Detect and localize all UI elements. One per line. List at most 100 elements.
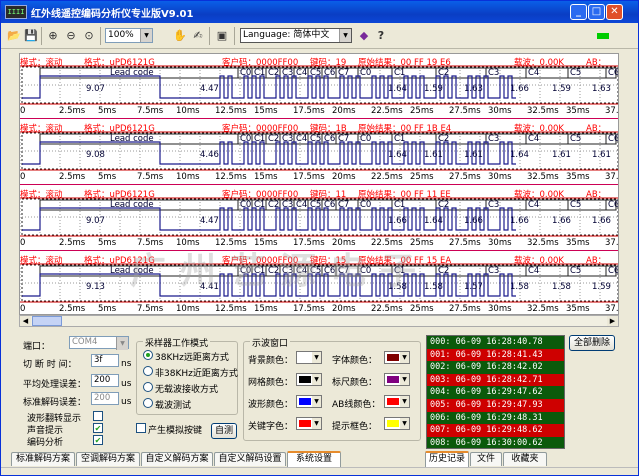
- pulse-value: 4.47: [200, 216, 219, 226]
- grid-color-picker[interactable]: ▼: [296, 373, 322, 386]
- std-error-label: 标准解码误差：: [23, 398, 87, 408]
- ruler-tick: 15ms: [254, 172, 278, 182]
- analyze-label: 编码分析: [27, 438, 64, 448]
- history-item[interactable]: 000: 06-09 16:28:40.78: [427, 336, 564, 349]
- zoom-fit-icon[interactable]: ⊙: [82, 29, 96, 43]
- port-label: 端口：: [23, 342, 51, 352]
- minimize-button[interactable]: _: [570, 4, 587, 20]
- scroll-thumb[interactable]: [32, 316, 62, 326]
- flip-checkbox[interactable]: [93, 411, 103, 421]
- ruler-tick: 20ms: [332, 304, 356, 314]
- tab-system-settings[interactable]: 系统设置: [287, 451, 341, 467]
- tab-custom[interactable]: 自定义解码方案: [141, 452, 213, 466]
- history-item[interactable]: 008: 06-09 16:30:00.62: [427, 436, 564, 448]
- pulse-value: 9.08: [86, 150, 105, 160]
- ruler-tick: 17.5ms: [293, 304, 325, 314]
- ruler-tick: 10ms: [176, 172, 200, 182]
- history-item[interactable]: 001: 06-09 16:28:41.43: [427, 349, 564, 362]
- tab-favorites[interactable]: 收藏夹: [503, 452, 547, 466]
- ruler-tick: 2.5ms: [59, 106, 86, 116]
- cell-label: C1: [394, 134, 406, 144]
- cut-unit: ns: [121, 359, 132, 369]
- simulate-key-checkbox[interactable]: [136, 423, 146, 433]
- zoom-in-icon[interactable]: ⊕: [46, 29, 60, 43]
- ruler-tick: 22.5ms: [371, 106, 403, 116]
- tab-aircon[interactable]: 空调解码方案: [76, 452, 140, 466]
- window-icon[interactable]: ▣: [215, 29, 229, 43]
- wave-color-picker[interactable]: ▼: [296, 395, 322, 408]
- bg-color-picker[interactable]: ▼: [296, 351, 322, 364]
- sound-checkbox[interactable]: ✔: [93, 423, 103, 433]
- pulse-value: 1.64: [388, 150, 407, 160]
- cell-label: C0: [240, 134, 252, 144]
- ruler-tick: 30ms: [488, 172, 512, 182]
- ruler-tick: 22.5ms: [371, 304, 403, 314]
- radio-no-carrier[interactable]: [143, 382, 153, 392]
- clear-all-button[interactable]: 全部删除: [569, 335, 615, 351]
- ruler-tick: 37.: [605, 238, 619, 248]
- font-color-picker[interactable]: ▼: [384, 351, 410, 364]
- self-test-button[interactable]: 自测: [211, 423, 237, 439]
- pulse-value: 1.64: [424, 216, 443, 226]
- tab-standard[interactable]: 标准解码方案: [11, 452, 75, 466]
- cell-label: C5: [310, 200, 322, 210]
- history-item[interactable]: 004: 06-09 16:29:47.62: [427, 386, 564, 399]
- diamond-icon[interactable]: ◆: [357, 29, 371, 43]
- std-error-input[interactable]: 200: [91, 392, 119, 405]
- key-swatch: [299, 420, 311, 427]
- ruler-tick: 5ms: [98, 172, 117, 182]
- custom-code-label: 客户码：0000FF00: [222, 58, 299, 68]
- help-icon[interactable]: ?: [374, 29, 388, 43]
- close-button[interactable]: ✕: [606, 4, 623, 20]
- tab-custom-settings[interactable]: 自定义解码设置: [214, 452, 286, 466]
- history-item[interactable]: 002: 06-09 16:28:42.02: [427, 361, 564, 374]
- history-item[interactable]: 006: 06-09 16:29:48.31: [427, 411, 564, 425]
- zoom-select[interactable]: 100% ▼: [105, 28, 153, 43]
- ruler-color-picker[interactable]: ▼: [384, 373, 410, 386]
- open-folder-icon[interactable]: 📂: [7, 29, 21, 43]
- history-item[interactable]: 007: 06-09 16:29:48.62: [427, 424, 564, 437]
- scroll-right-icon[interactable]: ▶: [607, 316, 618, 326]
- history-item[interactable]: 005: 06-09 16:29:47.93: [427, 399, 564, 412]
- port-select[interactable]: COM4 ▼: [69, 336, 129, 350]
- ruler-tick: 7.5ms: [137, 172, 164, 182]
- ab-color-picker[interactable]: ▼: [384, 395, 410, 408]
- pulse-value: 1.66: [592, 216, 611, 226]
- radio-carrier-test[interactable]: [143, 398, 153, 408]
- language-select[interactable]: Language: 简体中文 ▼: [240, 28, 352, 43]
- cell-label: C7: [338, 200, 350, 210]
- key-color-picker[interactable]: ▼: [296, 417, 322, 430]
- cell-label: C3: [282, 68, 294, 78]
- raw-result-label: 原始结果：00 FF 1B E4: [358, 124, 452, 134]
- ruler-tick: 32.5ms: [527, 304, 559, 314]
- history-list[interactable]: 000: 06-09 16:28:40.78 001: 06-09 16:28:4…: [426, 335, 565, 449]
- radio-non38k[interactable]: [143, 366, 153, 376]
- maximize-button[interactable]: □: [588, 4, 605, 20]
- tip-color-picker[interactable]: ▼: [384, 417, 410, 430]
- ruler-tick: 7.5ms: [137, 304, 164, 314]
- measure-icon[interactable]: ✍: [191, 29, 205, 43]
- radio-38k[interactable]: [143, 350, 153, 360]
- zoom-out-icon[interactable]: ⊖: [64, 29, 78, 43]
- analyze-checkbox[interactable]: ✔: [93, 435, 103, 445]
- cut-time-input[interactable]: 3f: [91, 354, 119, 367]
- tab-file[interactable]: 文件: [470, 452, 502, 466]
- pulse-value: 1.66: [552, 216, 571, 226]
- mode-label: 模式：滚动: [20, 256, 63, 266]
- tab-history[interactable]: 历史记录: [425, 451, 469, 467]
- pulse-value: 1.59: [592, 282, 611, 292]
- scroll-left-icon[interactable]: ◀: [20, 316, 31, 326]
- window-title: 红外线遥控编码分析仪专业版V9.01: [31, 9, 194, 20]
- save-icon[interactable]: 💾: [24, 29, 38, 43]
- chevron-down-icon: ▼: [116, 337, 128, 350]
- pulse-value: 1.64: [388, 84, 407, 94]
- ruler-tick: 0: [20, 172, 26, 182]
- avg-error-input[interactable]: 200: [91, 374, 119, 387]
- cell-label: C6: [608, 200, 619, 210]
- pulse-value: 1.58: [510, 282, 529, 292]
- waveform-view[interactable]: 模式：滚动 格式：uPD6121G 客户码：0000FF00 键码：19 原始结果：00…: [19, 53, 619, 315]
- title-bar[interactable]: IIII 红外线遥控编码分析仪专业版V9.01 _ □ ✕: [1, 1, 638, 23]
- hand-pan-icon[interactable]: ✋: [173, 29, 187, 43]
- horizontal-scrollbar[interactable]: ◀ ▶: [19, 315, 619, 327]
- history-item[interactable]: 003: 06-09 16:28:42.71: [427, 374, 564, 387]
